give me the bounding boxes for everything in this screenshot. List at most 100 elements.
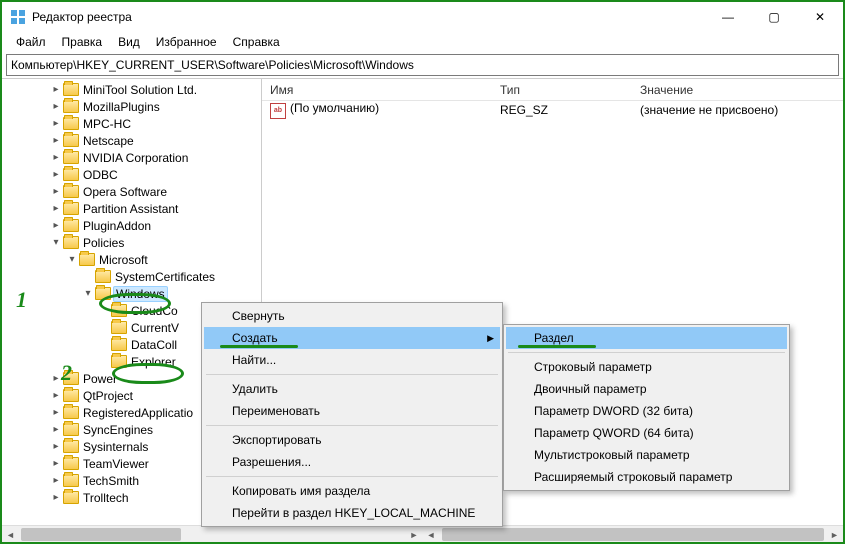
close-button[interactable]: ✕	[797, 2, 843, 32]
tree-item[interactable]: ▾Policies	[2, 234, 261, 251]
horizontal-scrollbar[interactable]: ◄ ► ◄ ►	[2, 525, 843, 542]
context-menu: СвернутьСоздать▶Найти... УдалитьПереимено…	[201, 302, 503, 527]
menu-file[interactable]: Файл	[10, 34, 52, 50]
tree-item-label: QtProject	[83, 389, 133, 403]
tree-item-label: PluginAddon	[83, 219, 151, 233]
tree-item[interactable]: ▸ODBC	[2, 166, 261, 183]
expand-icon[interactable]: ▸	[50, 118, 62, 129]
tree-item[interactable]: ▸ MPC-HC	[2, 115, 261, 132]
tree-item-label: Power	[83, 372, 117, 386]
address-bar[interactable]: Компьютер\HKEY_CURRENT_USER\Software\Pol…	[6, 54, 839, 76]
folder-icon	[63, 474, 79, 487]
context-submenu: Раздел Строковый параметрДвоичный парамет…	[503, 324, 790, 491]
folder-icon	[63, 491, 79, 504]
menu-item[interactable]: Экспортировать	[204, 429, 500, 451]
menubar: Файл Правка Вид Избранное Справка	[2, 32, 843, 52]
tree-item[interactable]: SystemCertificates	[2, 268, 261, 285]
scroll-track-right[interactable]	[440, 526, 827, 542]
menu-item[interactable]: Двоичный параметр	[506, 378, 787, 400]
expand-icon[interactable]: ▸	[50, 424, 62, 435]
expand-icon[interactable]: ▸	[50, 84, 62, 95]
tree-item-label: SystemCertificates	[115, 270, 215, 284]
tree-item-label: MPC-HC	[83, 117, 131, 131]
menu-item[interactable]: Удалить	[204, 378, 500, 400]
string-value-icon: ab	[270, 103, 286, 119]
tree-item[interactable]: ▾Microsoft	[2, 251, 261, 268]
folder-icon	[63, 440, 79, 453]
expand-icon[interactable]: ▾	[50, 237, 62, 248]
folder-icon	[63, 100, 79, 113]
tree-item-label: Sysinternals	[83, 440, 148, 454]
folder-icon	[111, 321, 127, 334]
col-value[interactable]: Значение	[632, 83, 843, 97]
menu-separator	[508, 352, 785, 353]
menu-help[interactable]: Справка	[227, 34, 286, 50]
tree-item[interactable]: ▸MozillaPlugins	[2, 98, 261, 115]
expand-icon[interactable]: ▸	[50, 152, 62, 163]
menu-item[interactable]: Раздел	[506, 327, 787, 349]
maximize-button[interactable]: ▢	[751, 2, 797, 32]
scroll-right-button[interactable]: ►	[406, 526, 423, 543]
expand-icon[interactable]: ▸	[50, 492, 62, 503]
tree-item-label: NVIDIA Corporation	[83, 151, 188, 165]
expand-icon[interactable]: ▸	[50, 373, 62, 384]
tree-item-label: Netscape	[83, 134, 134, 148]
tree-item[interactable]: ▸MiniTool Solution Ltd.	[2, 81, 261, 98]
scroll-thumb[interactable]	[21, 528, 181, 541]
menu-item[interactable]: Копировать имя раздела	[204, 480, 500, 502]
expand-icon[interactable]: ▸	[50, 458, 62, 469]
titlebar[interactable]: Редактор реестра — ▢ ✕	[2, 2, 843, 32]
menu-item[interactable]: Параметр DWORD (32 бита)	[506, 400, 787, 422]
folder-icon	[63, 151, 79, 164]
expand-icon[interactable]: ▸	[50, 186, 62, 197]
menu-edit[interactable]: Правка	[56, 34, 109, 50]
menu-item[interactable]: Мультистроковый параметр	[506, 444, 787, 466]
col-name[interactable]: Имя	[262, 83, 492, 97]
scroll-thumb-2[interactable]	[442, 528, 825, 541]
expand-icon[interactable]: ▸	[50, 475, 62, 486]
menu-item[interactable]: Разрешения...	[204, 451, 500, 473]
tree-item[interactable]: ▸ Netscape	[2, 132, 261, 149]
tree-item-label: TechSmith	[83, 474, 139, 488]
menu-separator	[206, 374, 498, 375]
menu-view[interactable]: Вид	[112, 34, 146, 50]
scroll-right-button-2[interactable]: ►	[826, 526, 843, 543]
menu-item[interactable]: Свернуть	[204, 305, 500, 327]
tree-item[interactable]: ▸ Partition Assistant	[2, 200, 261, 217]
expand-icon[interactable]: ▸	[50, 407, 62, 418]
scroll-left-button-2[interactable]: ◄	[423, 526, 440, 543]
folder-icon	[63, 185, 79, 198]
menu-separator	[206, 476, 498, 477]
scroll-left-button[interactable]: ◄	[2, 526, 19, 543]
expand-icon[interactable]: ▸	[50, 135, 62, 146]
expand-icon[interactable]: ▸	[50, 441, 62, 452]
col-type[interactable]: Тип	[492, 83, 632, 97]
menu-item[interactable]: Строковый параметр	[506, 356, 787, 378]
expand-icon[interactable]: ▸	[50, 101, 62, 112]
tree-item-label: DataColl	[131, 338, 177, 352]
expand-icon[interactable]: ▸	[50, 169, 62, 180]
list-row[interactable]: ab(По умолчанию) REG_SZ (значение не при…	[262, 101, 843, 119]
scroll-track-left[interactable]	[19, 526, 406, 542]
folder-icon	[63, 457, 79, 470]
tree-item[interactable]: ▸Opera Software	[2, 183, 261, 200]
menu-favorites[interactable]: Избранное	[150, 34, 223, 50]
expand-icon[interactable]: ▸	[50, 220, 62, 231]
expand-icon[interactable]: ▾	[66, 254, 78, 265]
tree-item[interactable]: ▸ PluginAddon	[2, 217, 261, 234]
tree-item[interactable]: ▾Windows	[2, 285, 261, 302]
minimize-button[interactable]: —	[705, 2, 751, 32]
menu-item[interactable]: Параметр QWORD (64 бита)	[506, 422, 787, 444]
menu-item[interactable]: Перейти в раздел HKEY_LOCAL_MACHINE	[204, 502, 500, 524]
tree-item[interactable]: ▸ NVIDIA Corporation	[2, 149, 261, 166]
menu-item[interactable]: Переименовать	[204, 400, 500, 422]
menu-item[interactable]: Расширяемый строковый параметр	[506, 466, 787, 488]
tree-item-label: Partition Assistant	[83, 202, 178, 216]
expand-icon[interactable]: ▸	[50, 390, 62, 401]
expand-icon[interactable]: ▾	[82, 288, 94, 299]
folder-icon	[63, 389, 79, 402]
menu-item[interactable]: Найти...	[204, 349, 500, 371]
expand-icon[interactable]: ▸	[50, 203, 62, 214]
value-name: ab(По умолчанию)	[262, 101, 492, 119]
menu-item[interactable]: Создать▶	[204, 327, 500, 349]
